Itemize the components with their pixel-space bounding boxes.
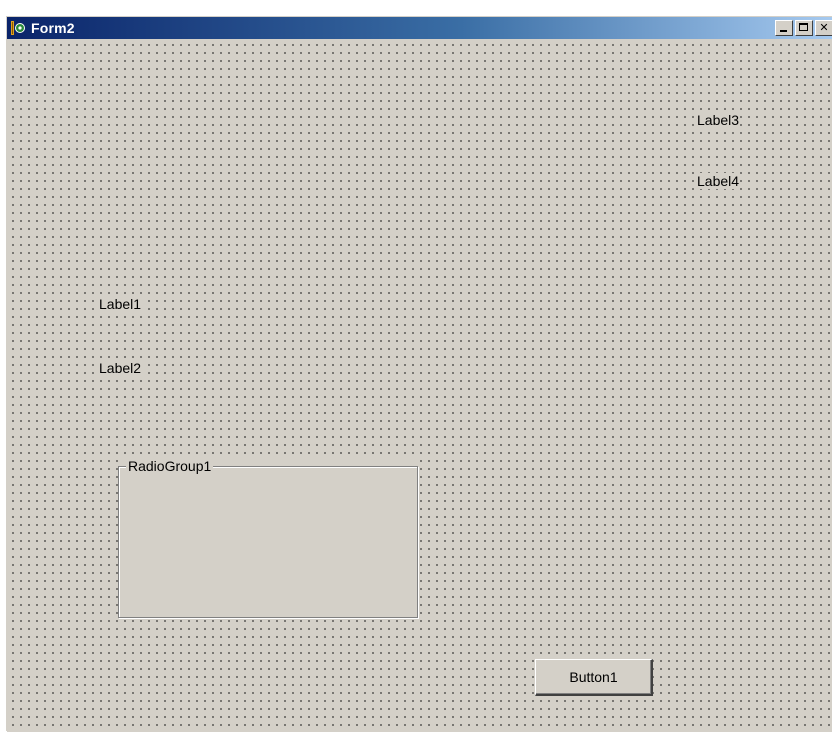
- form-window: Form2 ✕ Label3 Label4 Label1 Label2 Radi…: [6, 16, 832, 732]
- form-design-surface[interactable]: Label3 Label4 Label1 Label2 RadioGroup1 …: [7, 39, 832, 732]
- radio-group-frame: [118, 466, 418, 618]
- button1[interactable]: Button1: [535, 659, 653, 696]
- maximize-icon[interactable]: [795, 20, 813, 36]
- window-title: Form2: [31, 20, 75, 36]
- label4[interactable]: Label4: [696, 173, 741, 189]
- minimize-icon[interactable]: [775, 20, 793, 36]
- label2[interactable]: Label2: [98, 360, 143, 376]
- radio-group-caption: RadioGroup1: [126, 458, 214, 474]
- app-icon: [10, 20, 26, 36]
- close-icon[interactable]: ✕: [815, 20, 832, 36]
- radio-group[interactable]: RadioGroup1: [118, 458, 418, 618]
- label1[interactable]: Label1: [98, 296, 143, 312]
- label3[interactable]: Label3: [696, 112, 741, 128]
- title-buttons: ✕: [773, 20, 832, 36]
- title-bar[interactable]: Form2 ✕: [7, 17, 832, 39]
